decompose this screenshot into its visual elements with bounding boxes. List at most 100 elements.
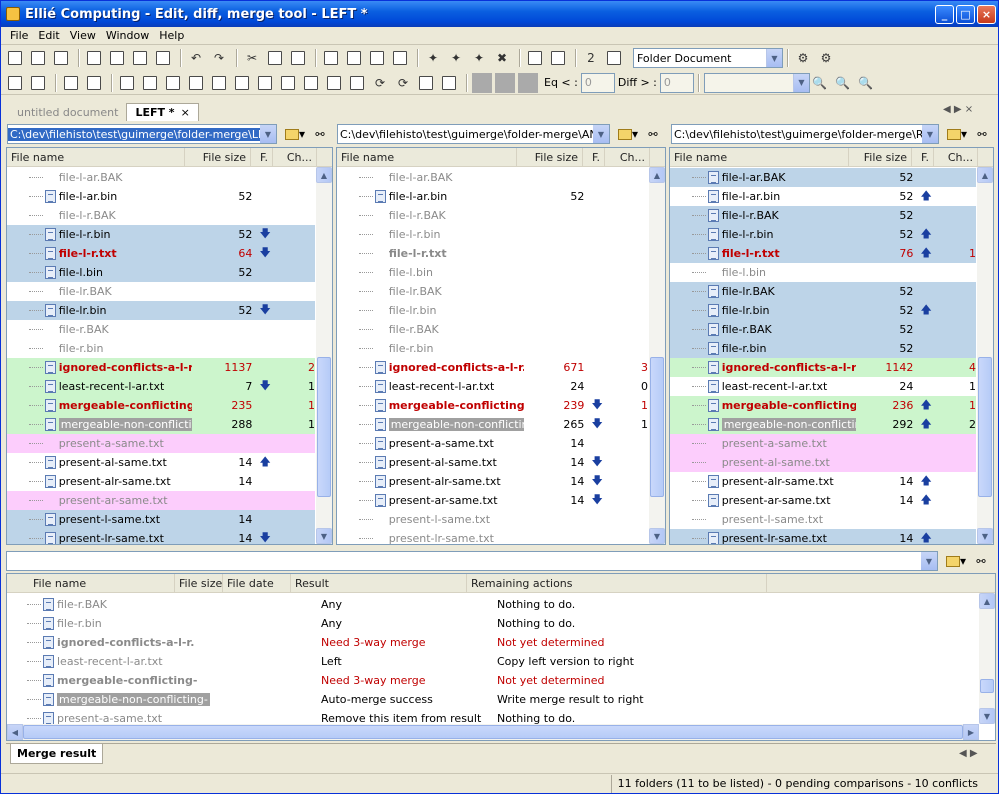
unpin-icon[interactable]: ✖ [492,48,512,68]
right-path-combo[interactable]: C:\dev\filehisto\test\guimerge\folder-me… [671,124,939,144]
maximize-button[interactable]: □ [956,4,975,24]
ancestor-path-combo[interactable]: C:\dev\filehisto\test\guimerge\folder-me… [337,124,610,144]
column-header-date[interactable]: File date [223,574,291,593]
list-item[interactable]: ignored-conflicts-a-l-r. 1137 2 [7,358,315,377]
list-item[interactable]: file-lr.BAK [7,282,315,301]
take-ancestor-icon[interactable] [301,73,321,93]
list-item[interactable]: file-r.bin Any Nothing to do. [7,614,979,633]
list-item[interactable]: file-lr.bin [337,301,648,320]
column-header-changes[interactable]: Ch... [273,148,317,167]
ancestor-open-folder-button[interactable]: ▾ [613,124,643,144]
print-icon[interactable] [390,48,410,68]
menu-help[interactable]: Help [154,29,189,42]
list-item[interactable]: file-lr.bin 52 🡇 [7,301,315,320]
list-item[interactable]: file-l-ar.BAK [7,168,315,187]
list-item[interactable]: present-al-same.txt [670,453,976,472]
vertical-scrollbar[interactable]: ▲ ▼ [979,593,995,724]
bottom-tab-nav-arrows[interactable]: ◀ ▶ [959,748,978,759]
list-item[interactable]: present-al-same.txt 14 🡇 [337,453,648,472]
scroll-down-icon[interactable]: ▼ [649,528,665,544]
list-item[interactable]: mergeable-non-conflicting- 292 🡅 2 [670,415,976,434]
find-prev-icon[interactable] [367,48,387,68]
vertical-scrollbar[interactable]: ▲ ▼ [649,167,665,544]
list-item[interactable]: least-recent-l-ar.txt 24 1 [670,377,976,396]
list-item[interactable]: mergeable-conflicting- 236 🡅 1 [670,396,976,415]
list-item[interactable]: file-l-r.bin [337,225,648,244]
scroll-up-icon[interactable]: ▲ [316,167,332,183]
list-item[interactable]: present-l-same.txt [670,510,976,529]
list-item[interactable]: present-a-same.txt 14 [337,434,648,453]
menu-window[interactable]: Window [101,29,154,42]
horizontal-scrollbar[interactable]: ◀ ▶ [7,724,979,740]
list-item[interactable]: file-r.BAK [337,320,648,339]
list-item[interactable]: file-l.bin [670,263,976,282]
list-item[interactable]: ignored-conflicts-a-l-r. 671 3 [337,358,648,377]
scroll-down-icon[interactable]: ▼ [977,528,993,544]
filter-diff-icon[interactable] [495,72,515,93]
compare-icon[interactable] [347,73,367,93]
pin-left-icon[interactable]: ✦ [423,48,443,68]
filter-equal-icon[interactable] [472,72,492,93]
list-item[interactable]: least-recent-l-ar.txt 7 🡇 1 [7,377,315,396]
list-item[interactable]: file-l-ar.bin 52 🡅 [670,187,976,206]
list-item[interactable]: file-l-ar.BAK [337,168,648,187]
left-open-folder-button[interactable]: ▾ [280,124,310,144]
list-item[interactable]: file-r.BAK 52 [670,320,976,339]
list-item[interactable]: present-lr-same.txt [337,529,648,544]
list-item[interactable]: file-r.bin [7,339,315,358]
menu-file[interactable]: File [5,29,33,42]
redo-icon[interactable]: ↷ [209,48,229,68]
horizontal-layout-icon[interactable] [525,48,545,68]
find-next-icon[interactable] [344,48,364,68]
vertical-scrollbar[interactable]: ▲ ▼ [316,167,332,544]
ancestor-view-icon[interactable]: ⚯ [645,128,661,141]
column-header-name[interactable]: File name [670,148,849,167]
list-item[interactable]: file-r.BAK [7,320,315,339]
zoom-out-icon[interactable]: 🔍 [833,73,853,93]
close-button[interactable]: × [977,4,996,24]
list-item[interactable]: present-ar-same.txt [7,491,315,510]
go-up-icon[interactable] [61,73,81,93]
column-header-flag[interactable]: F. [583,148,605,167]
tab-nav-arrows[interactable]: ◀ ▶ × [943,104,973,115]
minimize-button[interactable]: _ [935,4,954,24]
list-item[interactable]: ignored-conflicts-a-l-r. Need 3-way merge… [7,633,979,652]
scroll-down-icon[interactable]: ▼ [316,528,332,544]
prev-diff-icon[interactable] [140,73,160,93]
list-item[interactable]: file-r.bin [337,339,648,358]
scroll-up-icon[interactable]: ▲ [649,167,665,183]
column-header-name[interactable]: File name [7,574,175,593]
list-item[interactable]: present-l-same.txt 14 [7,510,315,529]
right-open-folder-button[interactable]: ▾ [942,124,972,144]
list-item[interactable]: file-l-ar.BAK 52 [670,168,976,187]
list-item[interactable]: present-a-same.txt [670,434,976,453]
column-header-name[interactable]: File name [337,148,517,167]
tab-left[interactable]: LEFT * × [126,103,199,121]
save-icon[interactable] [84,48,104,68]
copy-icon[interactable] [265,48,285,68]
refresh-all-icon[interactable]: ⟳ [393,73,413,93]
scroll-thumb[interactable] [23,725,963,739]
list-item[interactable]: present-a-same.txt [7,434,315,453]
left-view-icon[interactable]: ⚯ [312,128,328,141]
next-diff-icon[interactable] [117,73,137,93]
list-item[interactable]: present-lr-same.txt 14 🡅 [670,529,976,544]
filter-conflict-icon[interactable] [518,72,538,93]
first-diff-icon[interactable] [163,73,183,93]
column-header-changes[interactable]: Ch... [934,148,978,167]
document-type-select[interactable]: Folder Document ▼ [633,48,783,68]
column-header-name[interactable]: File name [7,148,185,167]
list-item[interactable]: file-l-r.txt [337,244,648,263]
list-item[interactable]: mergeable-conflicting- 239 🡇 1 [337,396,648,415]
column-header-flag[interactable]: F. [912,148,934,167]
view-folders-icon[interactable] [28,73,48,93]
result-open-folder-button[interactable]: ▾ [941,551,971,571]
list-item[interactable]: mergeable-non-conflicting- 288 1 [7,415,315,434]
paste-icon[interactable] [288,48,308,68]
scroll-thumb[interactable] [978,357,992,497]
eq-input[interactable]: 0 [580,72,615,93]
list-item[interactable]: least-recent-l-ar.txt Left Copy left versi… [7,652,979,671]
two-way-icon[interactable]: 2 [581,48,601,68]
list-item[interactable]: file-r.BAK Any Nothing to do. [7,595,979,614]
result-path-combo[interactable]: ▼ [6,551,938,571]
